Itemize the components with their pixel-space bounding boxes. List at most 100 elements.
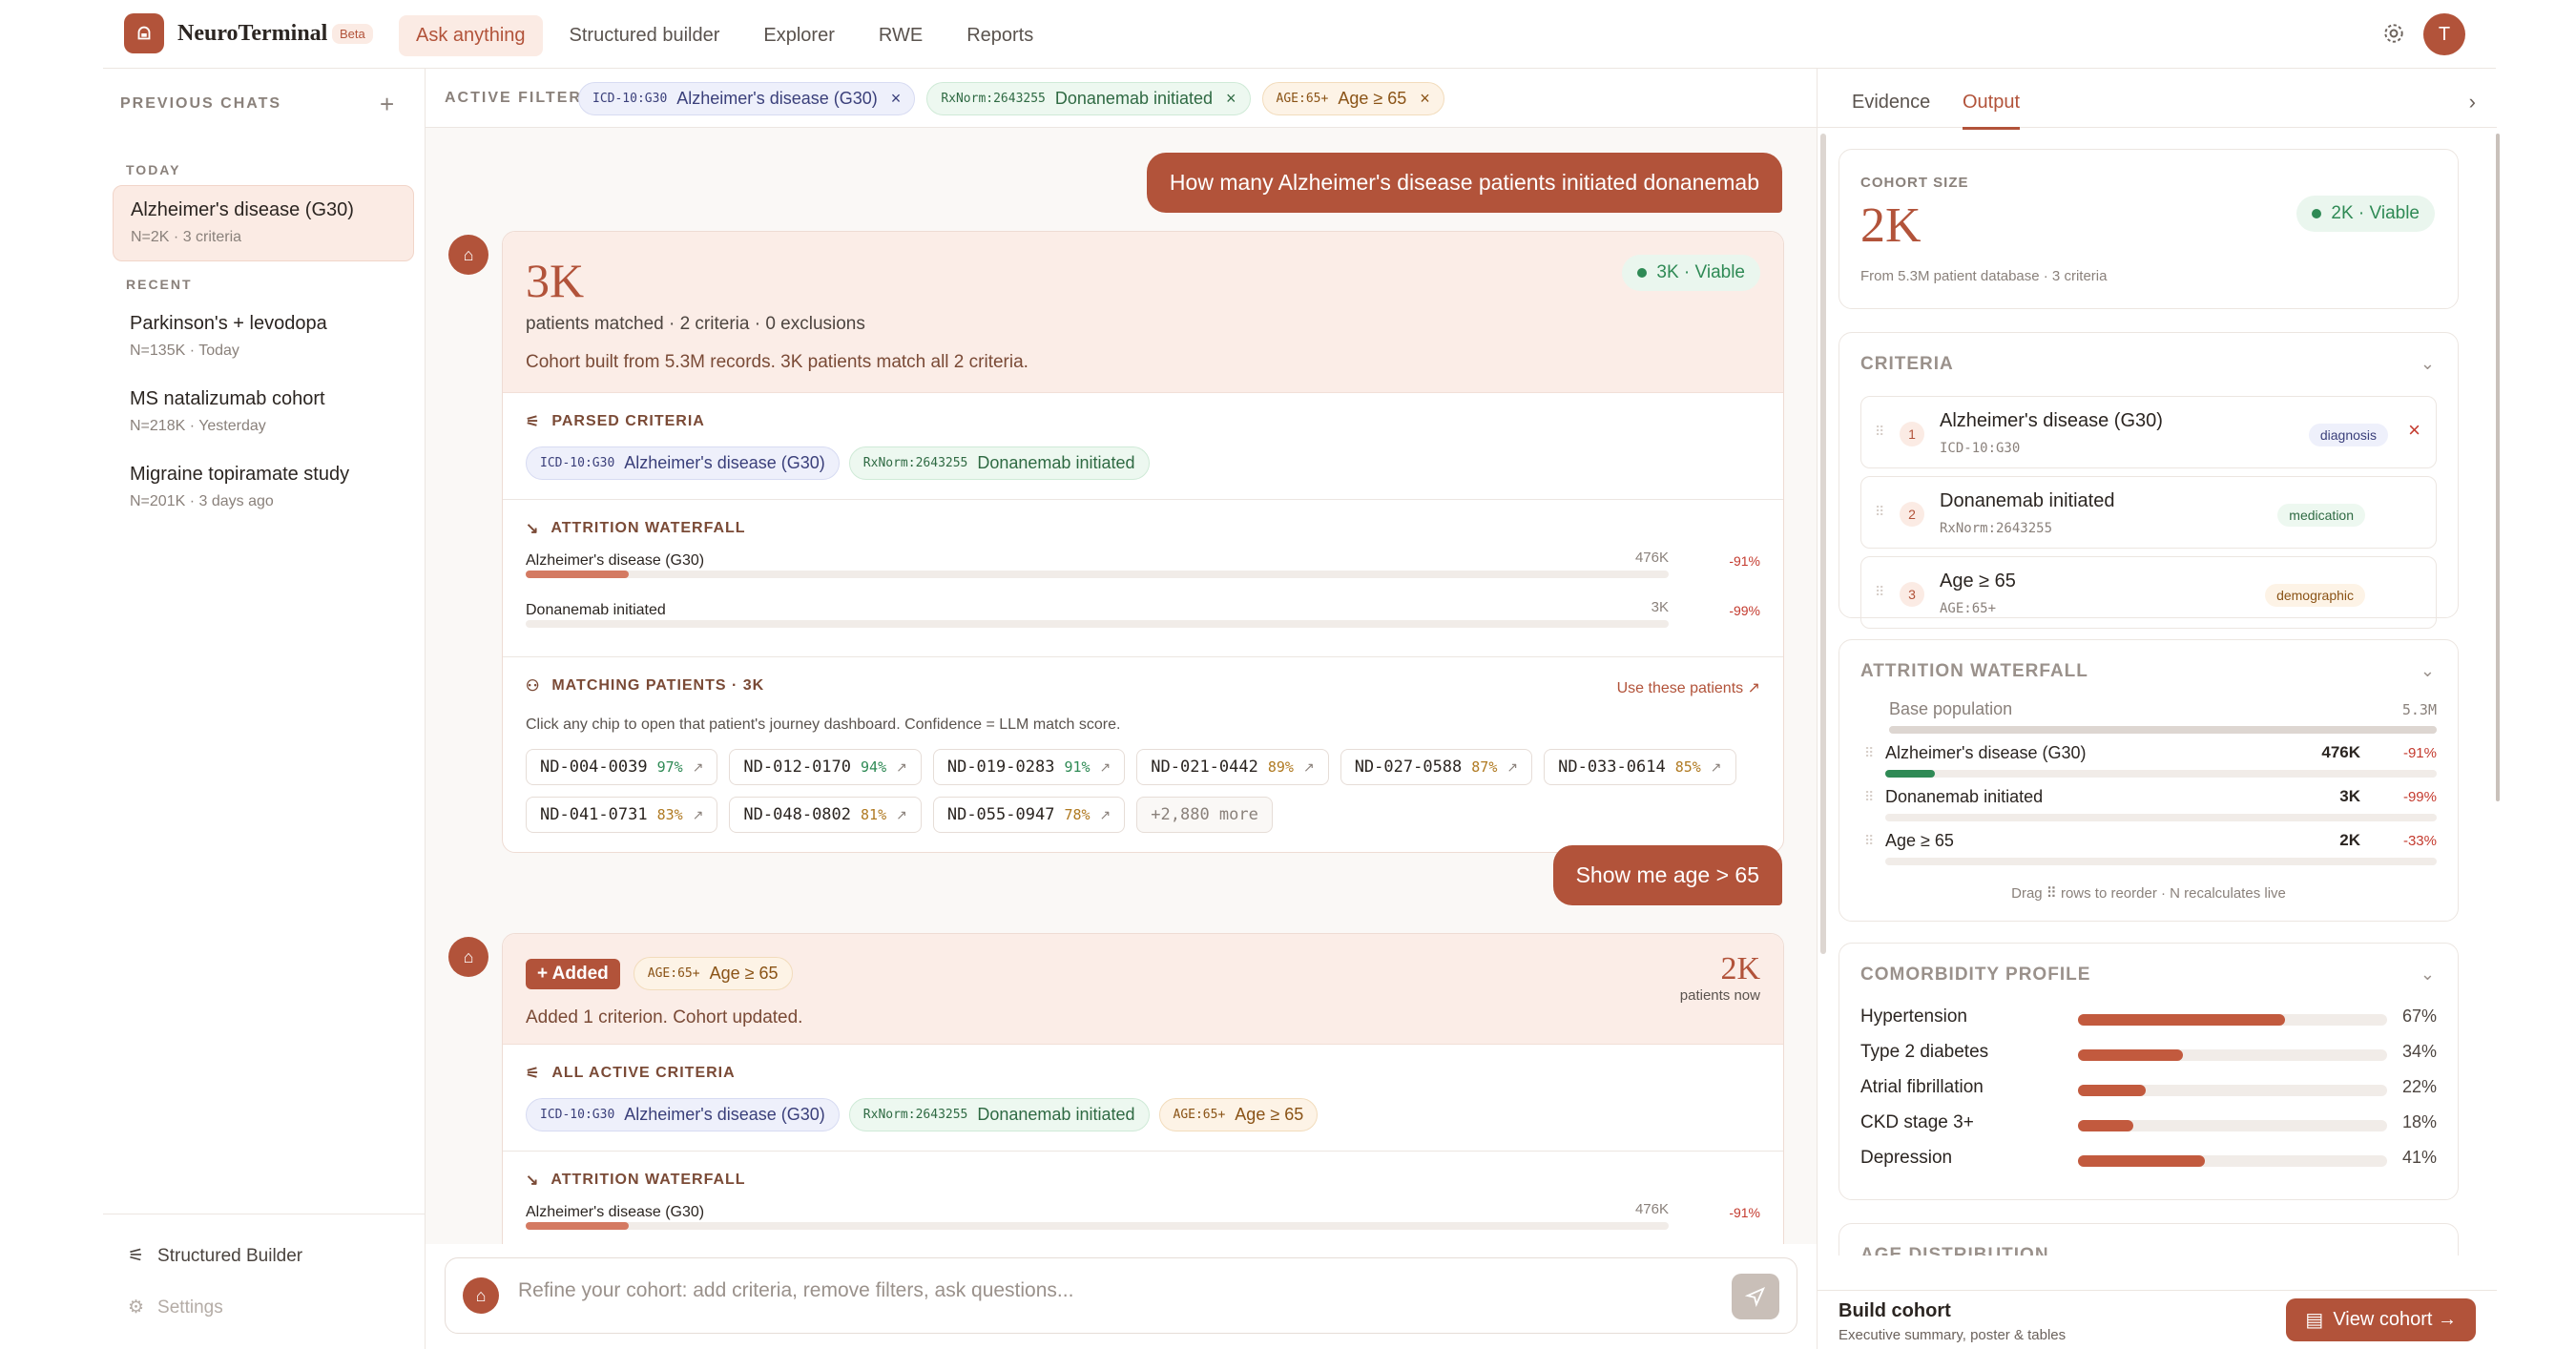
new-chat-plus-icon[interactable]: + <box>380 90 394 119</box>
criterion-name: Donanemab initiated <box>1940 490 2115 511</box>
patient-score: 89% <box>1267 758 1294 776</box>
filter-chip-rx[interactable]: RxNorm:2643255 Donanemab initiated × <box>926 82 1251 115</box>
chevron-right-icon[interactable]: › <box>2469 90 2476 114</box>
comorbidity-name: Type 2 diabetes <box>1860 1042 1989 1062</box>
criterion-number: 1 <box>1900 422 1924 446</box>
external-link-icon: ↗ <box>1099 758 1111 775</box>
sliders-icon: ⚟ <box>128 1246 145 1266</box>
comorbidity-name: Hypertension <box>1860 1007 1967 1027</box>
chat-thread: How many Alzheimer's disease patients in… <box>426 128 1817 1244</box>
chat-item[interactable]: Migraine topiramate study N=201K · 3 day… <box>113 450 414 527</box>
chevron-down-icon[interactable]: ⌄ <box>2420 1245 2435 1256</box>
patient-chip[interactable]: ND-027-0588 87% ↗ <box>1340 749 1533 785</box>
beta-badge: Beta <box>332 24 373 44</box>
user-message: Show me age > 65 <box>1552 845 1782 905</box>
comorbidity-row: Atrial fibrillation 22% <box>1860 1077 2437 1106</box>
bot-avatar-icon: ⌂ <box>448 937 488 977</box>
close-icon[interactable]: × <box>2408 418 2420 443</box>
gear-icon[interactable] <box>2381 21 2406 51</box>
patient-chip[interactable]: ND-033-0614 85% ↗ <box>1544 749 1736 785</box>
user-avatar[interactable]: T <box>2423 13 2465 55</box>
wf-pct: -99% <box>1729 603 1760 618</box>
close-icon[interactable]: × <box>891 89 902 109</box>
attrition-row[interactable]: ⠿ Alzheimer's disease (G30) 476K -91% <box>1860 743 2437 785</box>
wf-name: Alzheimer's disease (G30) <box>526 1204 705 1220</box>
section-title: PARSED CRITERIA <box>551 413 705 429</box>
patient-chip[interactable]: ND-021-0442 89% ↗ <box>1136 749 1329 785</box>
patient-chip[interactable]: ND-004-0039 97% ↗ <box>526 749 718 785</box>
criterion-item[interactable]: ⠿ 3 Age ≥ 65 AGE:65+ demographic <box>1860 556 2437 629</box>
criteria-chip-age[interactable]: AGE:65+ Age ≥ 65 <box>1158 1098 1319 1131</box>
patient-chip[interactable]: ND-055-0947 78% ↗ <box>932 797 1126 833</box>
criteria-chip-rx[interactable]: RxNorm:2643255 Donanemab initiated <box>848 446 1150 480</box>
send-button[interactable] <box>1732 1274 1779 1319</box>
trend-down-icon: ↘ <box>526 521 540 537</box>
build-cohort-title: Build cohort <box>1839 1300 1951 1321</box>
more-patients-chip[interactable]: +2,880 more <box>1136 797 1273 833</box>
chat-item-title: Parkinson's + levodopa <box>130 313 327 334</box>
criterion-item[interactable]: ⠿ 2 Donanemab initiated RxNorm:2643255 medic… <box>1860 476 2437 549</box>
patient-chip[interactable]: ND-041-0731 83% ↗ <box>526 797 718 833</box>
patient-id: ND-048-0802 <box>743 805 852 824</box>
chip-label: Age ≥ 65 <box>1338 89 1407 108</box>
added-chip-age[interactable]: AGE:65+ Age ≥ 65 <box>633 957 793 990</box>
close-icon[interactable]: × <box>1226 89 1236 109</box>
chip-label: Donanemab initiated <box>1054 89 1214 108</box>
criterion-item[interactable]: ⠿ 1 Alzheimer's disease (G30) ICD-10:G30 dia… <box>1860 396 2437 468</box>
chip-label: Alzheimer's disease (G30) <box>676 89 878 108</box>
nav-structured-builder[interactable]: Structured builder <box>552 15 737 56</box>
chat-item[interactable]: Parkinson's + levodopa N=135K · Today <box>113 300 414 376</box>
patient-score: 97% <box>656 758 683 776</box>
settings-link[interactable]: ⚙ Settings <box>128 1297 223 1318</box>
chevron-down-icon[interactable]: ⌄ <box>2420 661 2435 681</box>
criteria-chip-rx[interactable]: RxNorm:2643255 Donanemab initiated <box>848 1098 1150 1131</box>
comorbidity-row: Depression 41% <box>1860 1148 2437 1176</box>
comorbidity-row: CKD stage 3+ 18% <box>1860 1112 2437 1141</box>
close-icon[interactable]: × <box>1420 89 1430 109</box>
attrition-row[interactable]: ⠿ Age ≥ 65 2K -33% <box>1860 831 2437 873</box>
drag-handle-icon[interactable]: ⠿ <box>1864 789 1874 805</box>
drag-handle-icon[interactable]: ⠿ <box>1864 745 1874 761</box>
comorbidity-value: 41% <box>2401 1148 2437 1167</box>
patient-chip[interactable]: ND-019-0283 91% ↗ <box>932 749 1126 785</box>
right-panel-scrollbar[interactable] <box>2496 134 2500 801</box>
viable-label: 2K · Viable <box>2331 203 2420 223</box>
refine-input[interactable] <box>518 1279 1663 1302</box>
added-description: Added 1 criterion. Cohort updated. <box>526 1007 803 1027</box>
tab-output[interactable]: Output <box>1963 92 2021 130</box>
criterion-tag: diagnosis <box>2308 424 2388 446</box>
structured-builder-link[interactable]: ⚟ Structured Builder <box>128 1245 302 1267</box>
chip-label: Donanemab initiated <box>977 453 1135 472</box>
use-these-patients-link[interactable]: Use these patients ↗ <box>1617 678 1760 697</box>
match-help: Click any chip to open that patient's jo… <box>526 716 1121 733</box>
all-criteria-section: ⚟ ALL ACTIVE CRITERIA ICD-10:G30 Alzheimer… <box>503 1045 1783 1152</box>
chat-item-title: Migraine topiramate study <box>130 464 350 485</box>
tab-evidence[interactable]: Evidence <box>1852 92 1930 127</box>
nav-explorer[interactable]: Explorer <box>746 15 851 56</box>
chat-item[interactable]: Alzheimer's disease (G30) N=2K · 3 crite… <box>113 185 414 261</box>
chevron-down-icon[interactable]: ⌄ <box>2420 965 2435 985</box>
patient-chip[interactable]: ND-012-0170 94% ↗ <box>729 749 922 785</box>
patient-chip[interactable]: ND-048-0802 81% ↗ <box>729 797 922 833</box>
drag-handle-icon[interactable]: ⠿ <box>1875 584 1884 600</box>
view-cohort-button[interactable]: ▤ View cohort → <box>2286 1298 2476 1341</box>
nav-ask-anything[interactable]: Ask anything <box>399 15 543 56</box>
attrition-row[interactable]: ⠿ Donanemab initiated 3K -99% <box>1860 787 2437 829</box>
chevron-down-icon[interactable]: ⌄ <box>2420 354 2435 374</box>
drag-handle-icon[interactable]: ⠿ <box>1875 424 1884 440</box>
wf-bar <box>526 1222 629 1230</box>
chat-item[interactable]: MS natalizumab cohort N=218K · Yesterday <box>113 375 414 451</box>
criterion-name: Age ≥ 65 <box>1940 571 2016 591</box>
filter-chip-age[interactable]: AGE:65+ Age ≥ 65 × <box>1261 82 1444 115</box>
sidebar: PREVIOUS CHATS + TODAY Alzheimer's disea… <box>103 69 426 1349</box>
comorbidity-value: 22% <box>2401 1077 2437 1096</box>
drag-handle-icon[interactable]: ⠿ <box>1875 504 1884 520</box>
nav-rwe[interactable]: RWE <box>862 15 940 56</box>
criteria-chip-dx[interactable]: ICD-10:G30 Alzheimer's disease (G30) <box>526 1098 840 1131</box>
filter-chip-dx[interactable]: ICD-10:G30 Alzheimer's disease (G30) × <box>578 82 916 115</box>
row-pct: -91% <box>2402 745 2437 761</box>
criteria-chip-dx[interactable]: ICD-10:G30 Alzheimer's disease (G30) <box>526 446 840 480</box>
chat-item-sub: N=2K · 3 criteria <box>131 229 242 245</box>
drag-handle-icon[interactable]: ⠿ <box>1864 833 1874 849</box>
nav-reports[interactable]: Reports <box>949 15 1050 56</box>
